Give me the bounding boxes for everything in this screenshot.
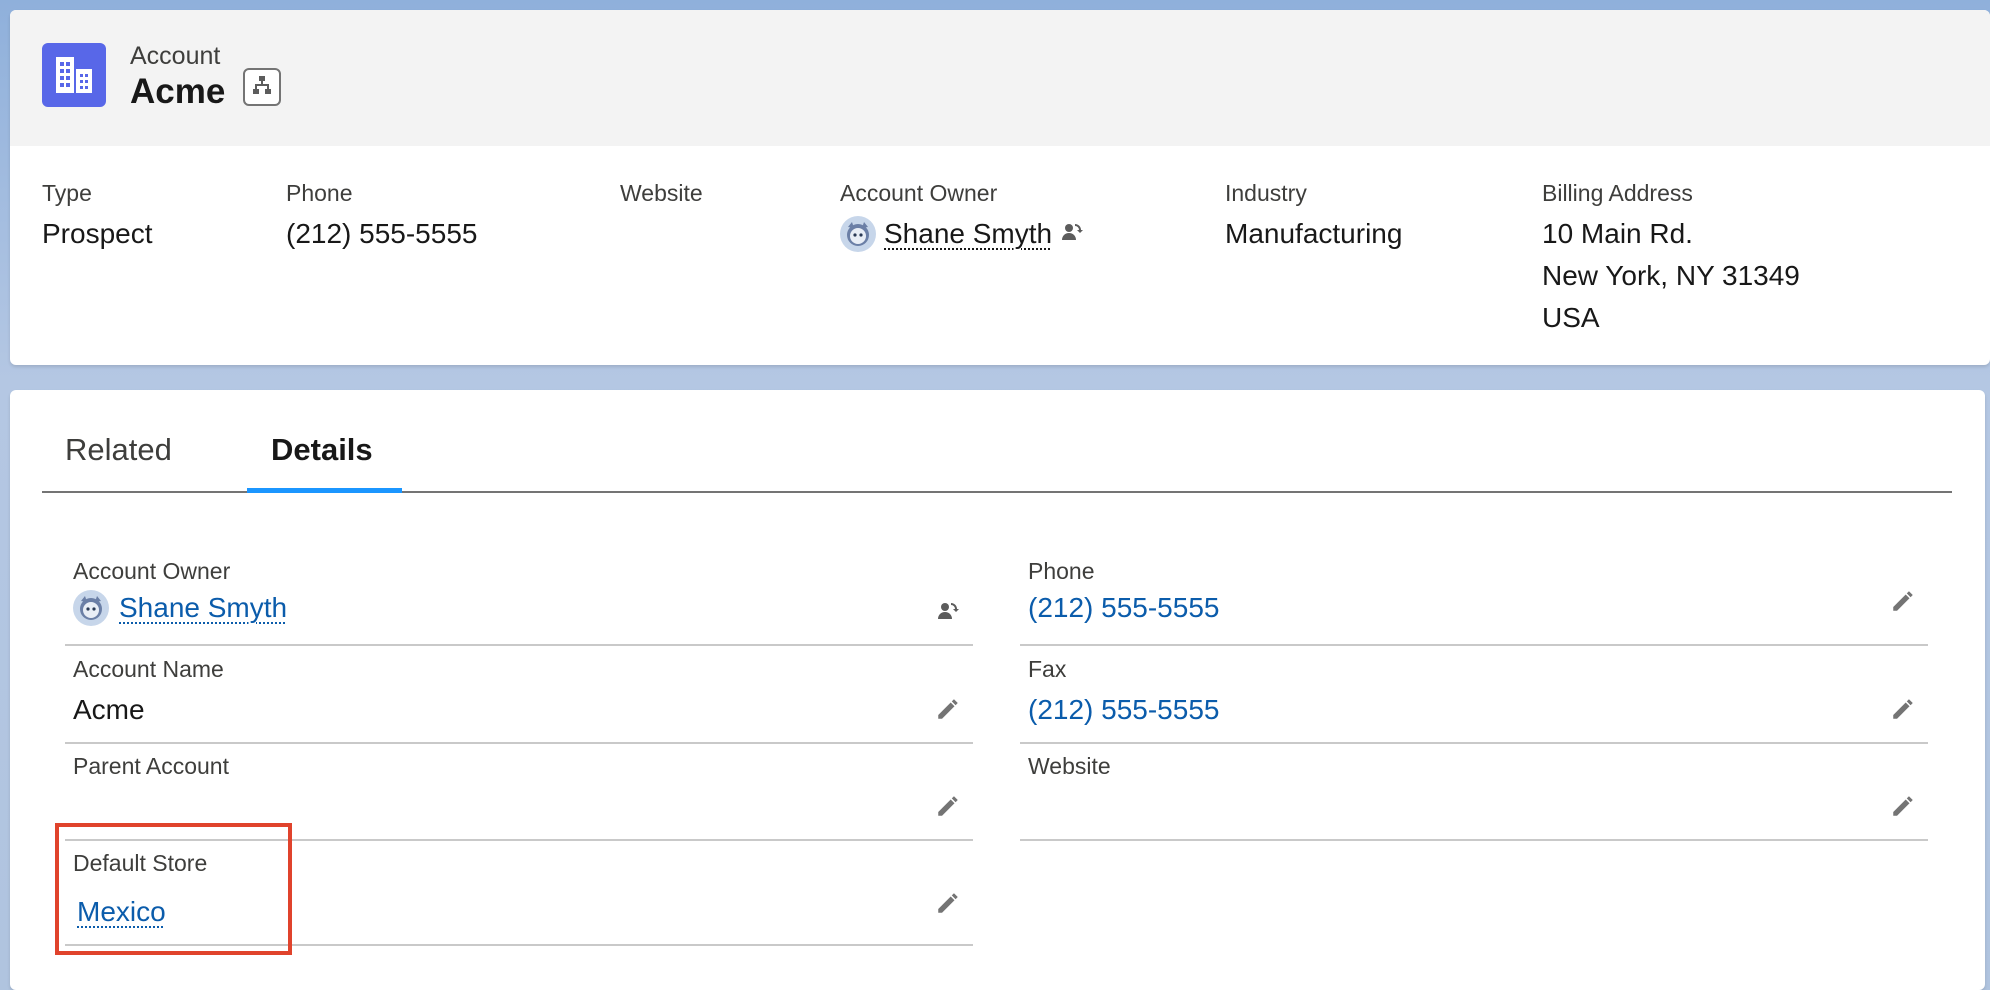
record-header: Account Acme Type Prospect Phone (212) 5… <box>10 10 1990 365</box>
address-line-1[interactable]: 10 Main Rd. <box>1542 213 1800 255</box>
detail-field-account-name: Account Name Acme <box>65 646 973 744</box>
view-hierarchy-button[interactable] <box>243 68 281 106</box>
record-header-title-bar: Account Acme <box>10 10 1990 146</box>
account-building-icon <box>42 43 106 107</box>
hierarchy-icon <box>251 74 273 101</box>
pencil-icon <box>935 696 961 727</box>
pencil-icon <box>1890 588 1916 619</box>
field-label: Industry <box>1225 180 1307 206</box>
header-field-industry: Industry Manufacturing <box>1225 180 1402 255</box>
object-type-label: Account <box>130 42 221 70</box>
tab-details[interactable]: Details <box>271 432 373 468</box>
detail-field-website: Website <box>1020 743 1928 841</box>
detail-field-account-owner: Account Owner Shane Smyth <box>65 548 973 646</box>
edit-default-store-button[interactable] <box>933 890 963 920</box>
detail-field-fax: Fax (212) 555-5555 <box>1020 646 1928 744</box>
header-field-phone: Phone (212) 555-5555 <box>286 180 477 255</box>
change-owner-button[interactable] <box>933 598 963 628</box>
edit-account-name-button[interactable] <box>933 696 963 726</box>
field-label: Fax <box>1028 656 1067 682</box>
field-label: Type <box>42 180 92 206</box>
owner-link[interactable]: Shane Smyth <box>119 592 287 624</box>
phone-link[interactable]: (212) 555-5555 <box>1028 592 1219 624</box>
field-label: Website <box>620 180 703 206</box>
field-value: Acme <box>73 694 145 725</box>
user-avatar-icon <box>840 216 876 252</box>
field-label: Account Name <box>73 656 224 682</box>
field-label: Phone <box>1028 558 1095 584</box>
field-label: Website <box>1028 753 1111 779</box>
field-label: Account Owner <box>840 180 998 206</box>
change-owner-icon <box>936 599 960 628</box>
owner-link[interactable]: Shane Smyth <box>884 213 1052 255</box>
edit-parent-account-button[interactable] <box>933 793 963 823</box>
pencil-icon <box>1890 696 1916 727</box>
record-name: Acme <box>130 72 226 111</box>
address-line-2[interactable]: New York, NY 31349 <box>1542 255 1800 297</box>
address-line-3[interactable]: USA <box>1542 297 1800 339</box>
header-field-owner: Account Owner Shane Smyth <box>840 180 1084 255</box>
highlight-annotation <box>55 823 292 955</box>
field-label: Phone <box>286 180 353 206</box>
edit-fax-button[interactable] <box>1888 696 1918 726</box>
pencil-icon <box>1890 793 1916 824</box>
edit-website-button[interactable] <box>1888 793 1918 823</box>
field-label: Billing Address <box>1542 180 1693 206</box>
field-value: Manufacturing <box>1225 218 1403 249</box>
change-owner-icon[interactable] <box>1060 220 1084 249</box>
pencil-icon <box>935 890 961 921</box>
active-tab-indicator <box>247 488 402 493</box>
phone-link[interactable]: (212) 555-5555 <box>286 213 477 255</box>
fax-link[interactable]: (212) 555-5555 <box>1028 694 1219 726</box>
tab-related[interactable]: Related <box>65 432 172 468</box>
header-field-type: Type Prospect <box>42 180 153 255</box>
field-label: Parent Account <box>73 753 229 779</box>
detail-field-phone: Phone (212) 555-5555 <box>1020 548 1928 646</box>
edit-phone-button[interactable] <box>1888 588 1918 618</box>
header-field-billing-address: Billing Address 10 Main Rd. New York, NY… <box>1542 180 1800 339</box>
field-value: Prospect <box>42 218 153 249</box>
pencil-icon <box>935 793 961 824</box>
user-avatar-icon <box>73 590 109 626</box>
header-field-website: Website <box>620 180 703 213</box>
field-label: Account Owner <box>73 558 231 584</box>
